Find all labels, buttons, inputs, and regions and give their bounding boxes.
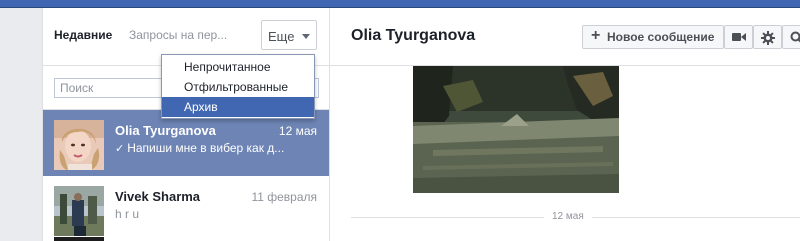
conversation-date: 12 мая xyxy=(278,124,317,138)
conversation-item[interactable]: Vivek Sharma 11 февраля h r u xyxy=(43,176,329,241)
conversation-item[interactable]: Olia Tyurganova 12 мая ✓ Напиши мне в виб… xyxy=(43,110,329,176)
chevron-down-icon xyxy=(302,34,310,39)
menu-item-unread[interactable]: Непрочитанное xyxy=(162,57,314,77)
search-icon xyxy=(790,31,800,43)
avatar xyxy=(54,237,104,241)
more-button-label: Еще xyxy=(268,29,295,44)
conversation-snippet: h r u xyxy=(115,207,140,221)
tab-message-requests[interactable]: Запросы на пер... xyxy=(129,28,227,42)
new-message-label: Новое сообщение xyxy=(607,30,715,44)
conversation-list-panel: Недавние Запросы на пер... Еще Поиск Oli… xyxy=(42,8,330,241)
search-in-conversation-button[interactable] xyxy=(782,25,800,49)
menu-item-filtered[interactable]: Отфильтрованные xyxy=(162,77,314,97)
more-button[interactable]: Еще xyxy=(261,20,317,50)
avatar xyxy=(54,186,104,236)
gear-icon xyxy=(761,31,775,45)
video-call-button[interactable] xyxy=(724,25,753,49)
chat-panel: Olia Tyurganova + Новое сообщение 12 мая xyxy=(330,8,800,241)
conversation-snippet: ✓ Напиши мне в вибер как д... xyxy=(115,141,284,155)
plus-icon: + xyxy=(591,27,601,44)
more-dropdown-menu: Непрочитанное Отфильтрованные Архив xyxy=(161,54,315,119)
date-divider-label: 12 мая xyxy=(544,211,592,222)
shared-photo[interactable] xyxy=(413,66,619,193)
chat-header: Olia Tyurganova + Новое сообщение xyxy=(330,8,800,66)
conversation-name: Vivek Sharma xyxy=(115,189,201,204)
conversation-date: 11 февраля xyxy=(251,190,317,204)
avatar xyxy=(54,120,104,170)
top-bar xyxy=(0,0,800,8)
settings-button[interactable] xyxy=(753,25,782,49)
tab-recent[interactable]: Недавние xyxy=(54,28,112,42)
new-message-button[interactable]: + Новое сообщение xyxy=(582,25,724,49)
chat-title[interactable]: Olia Tyurganova xyxy=(351,27,475,45)
video-camera-icon xyxy=(732,33,746,41)
check-icon: ✓ xyxy=(115,143,125,155)
conversation-name: Olia Tyurganova xyxy=(115,123,216,138)
menu-item-archive[interactable]: Архив xyxy=(162,97,314,117)
snippet-text: Напиши мне в вибер как д... xyxy=(127,141,285,155)
